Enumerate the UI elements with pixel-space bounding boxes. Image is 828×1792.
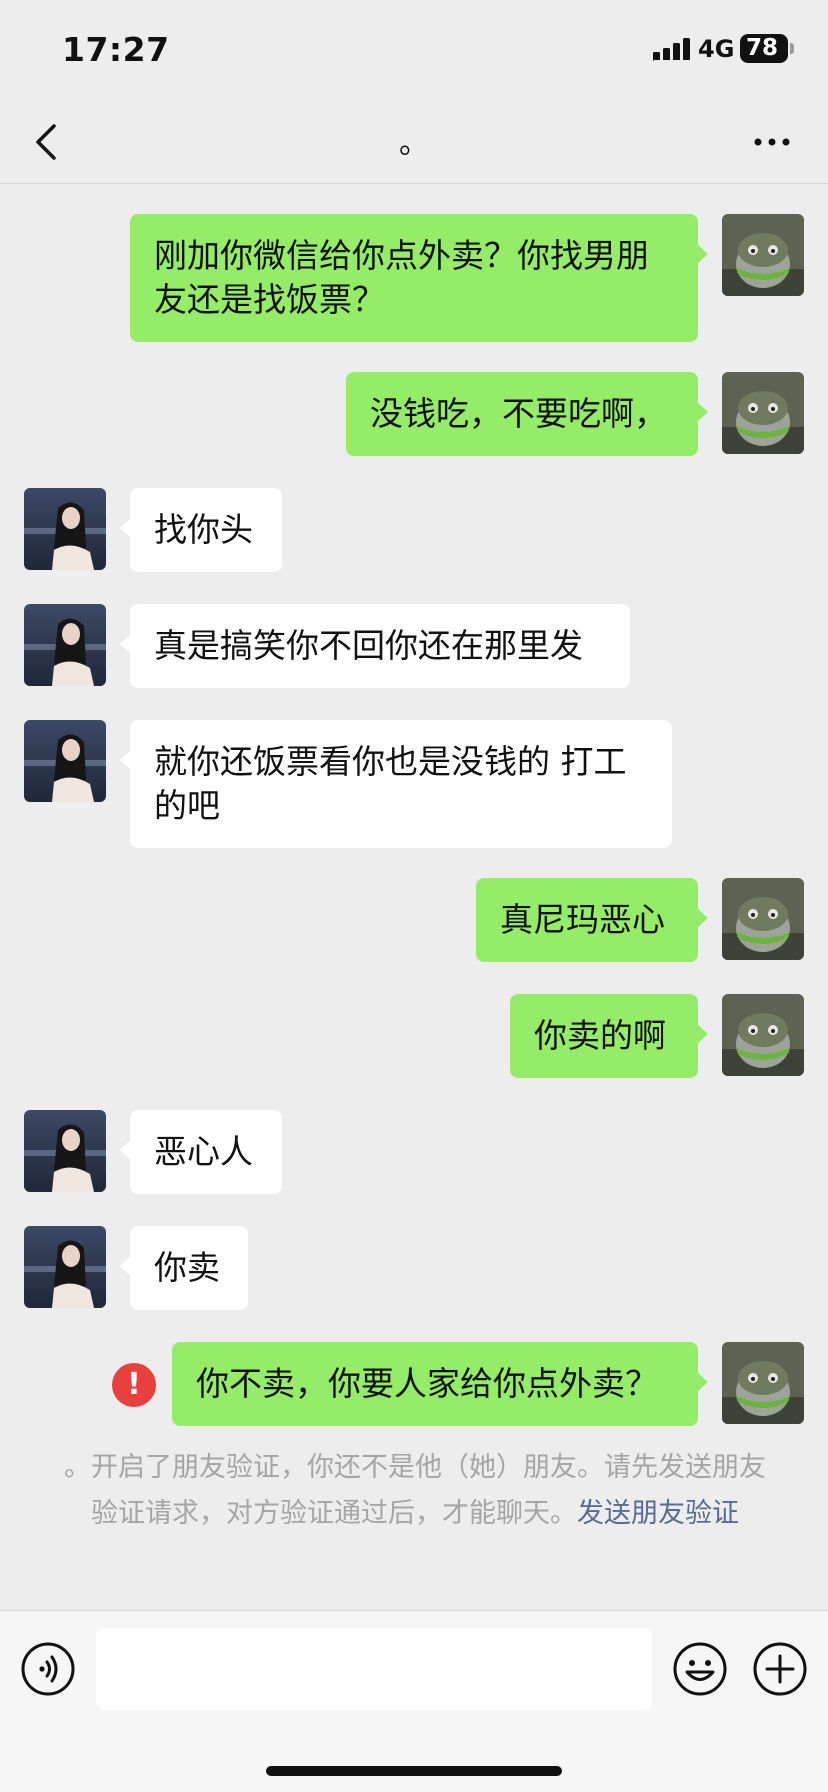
contact-avatar[interactable] xyxy=(24,604,106,686)
message-bubble-sent[interactable]: 你卖的啊 xyxy=(510,994,708,1078)
home-indicator xyxy=(266,1766,562,1776)
friend-verification-notice: 。开启了朋友验证，你还不是他（她）朋友。请先发送朋友验证请求，对方验证通过后，才… xyxy=(60,1445,770,1537)
message-text: 你卖 xyxy=(154,1248,220,1287)
contact-avatar[interactable] xyxy=(24,720,106,802)
message-text: 恶心人 xyxy=(154,1132,253,1171)
nav-bar: 。 xyxy=(0,100,828,184)
message-bubble-sent[interactable]: 你不卖，你要人家给你点外卖？ xyxy=(172,1342,708,1426)
send-verification-link[interactable]: 发送朋友验证 xyxy=(577,1498,739,1529)
voice-icon[interactable] xyxy=(20,1641,76,1697)
contact-avatar[interactable] xyxy=(24,488,106,570)
message-bubble-received[interactable]: 你卖 xyxy=(120,1226,248,1310)
status-time: 17:27 xyxy=(62,30,170,69)
message-bubble-received[interactable]: 找你头 xyxy=(120,488,282,572)
network-type: 4G xyxy=(698,35,735,63)
message-bubble-received[interactable]: 就你还饭票看你也是没钱的 打工的吧 xyxy=(120,720,672,848)
ellipsis-icon[interactable] xyxy=(752,127,792,157)
my-avatar[interactable] xyxy=(722,994,804,1076)
message-text: 就你还饭票看你也是没钱的 打工的吧 xyxy=(154,742,627,825)
input-bar xyxy=(0,1610,828,1792)
emoji-icon[interactable] xyxy=(672,1641,728,1697)
message-text: 真是搞笑你不回你还在那里发 xyxy=(154,626,583,665)
my-avatar[interactable] xyxy=(722,214,804,296)
message-text: 没钱吃，不要吃啊， xyxy=(370,394,667,433)
message-text: 你不卖，你要人家给你点外卖？ xyxy=(196,1364,658,1403)
contact-avatar[interactable] xyxy=(24,1226,106,1308)
message-bubble-received[interactable]: 恶心人 xyxy=(120,1110,282,1194)
battery-indicator: 78 xyxy=(740,34,788,63)
message-bubble-sent[interactable]: 刚加你微信给你点外卖？你找男朋友还是找饭票？ xyxy=(130,214,708,342)
status-bar: 17:27 4G 78 xyxy=(0,0,828,100)
message-bubble-sent[interactable]: 真尼玛恶心 xyxy=(476,878,708,962)
message-bubble-received[interactable]: 真是搞笑你不回你还在那里发 xyxy=(120,604,630,688)
chevron-left-icon[interactable] xyxy=(28,120,64,164)
message-text: 真尼玛恶心 xyxy=(500,900,665,939)
message-bubble-sent[interactable]: 没钱吃，不要吃啊， xyxy=(346,372,708,456)
message-input[interactable] xyxy=(96,1628,652,1710)
my-avatar[interactable] xyxy=(722,878,804,960)
message-text: 找你头 xyxy=(154,510,253,549)
my-avatar[interactable] xyxy=(722,372,804,454)
contact-avatar[interactable] xyxy=(24,1110,106,1192)
send-failed-icon[interactable]: ! xyxy=(112,1363,156,1407)
battery-cap xyxy=(790,43,794,54)
message-text: 你卖的啊 xyxy=(534,1016,666,1055)
chat-title: 。 xyxy=(399,126,429,161)
plus-icon[interactable] xyxy=(752,1641,808,1697)
message-text: 刚加你微信给你点外卖？你找男朋友还是找饭票？ xyxy=(154,236,649,319)
my-avatar[interactable] xyxy=(722,1342,804,1424)
